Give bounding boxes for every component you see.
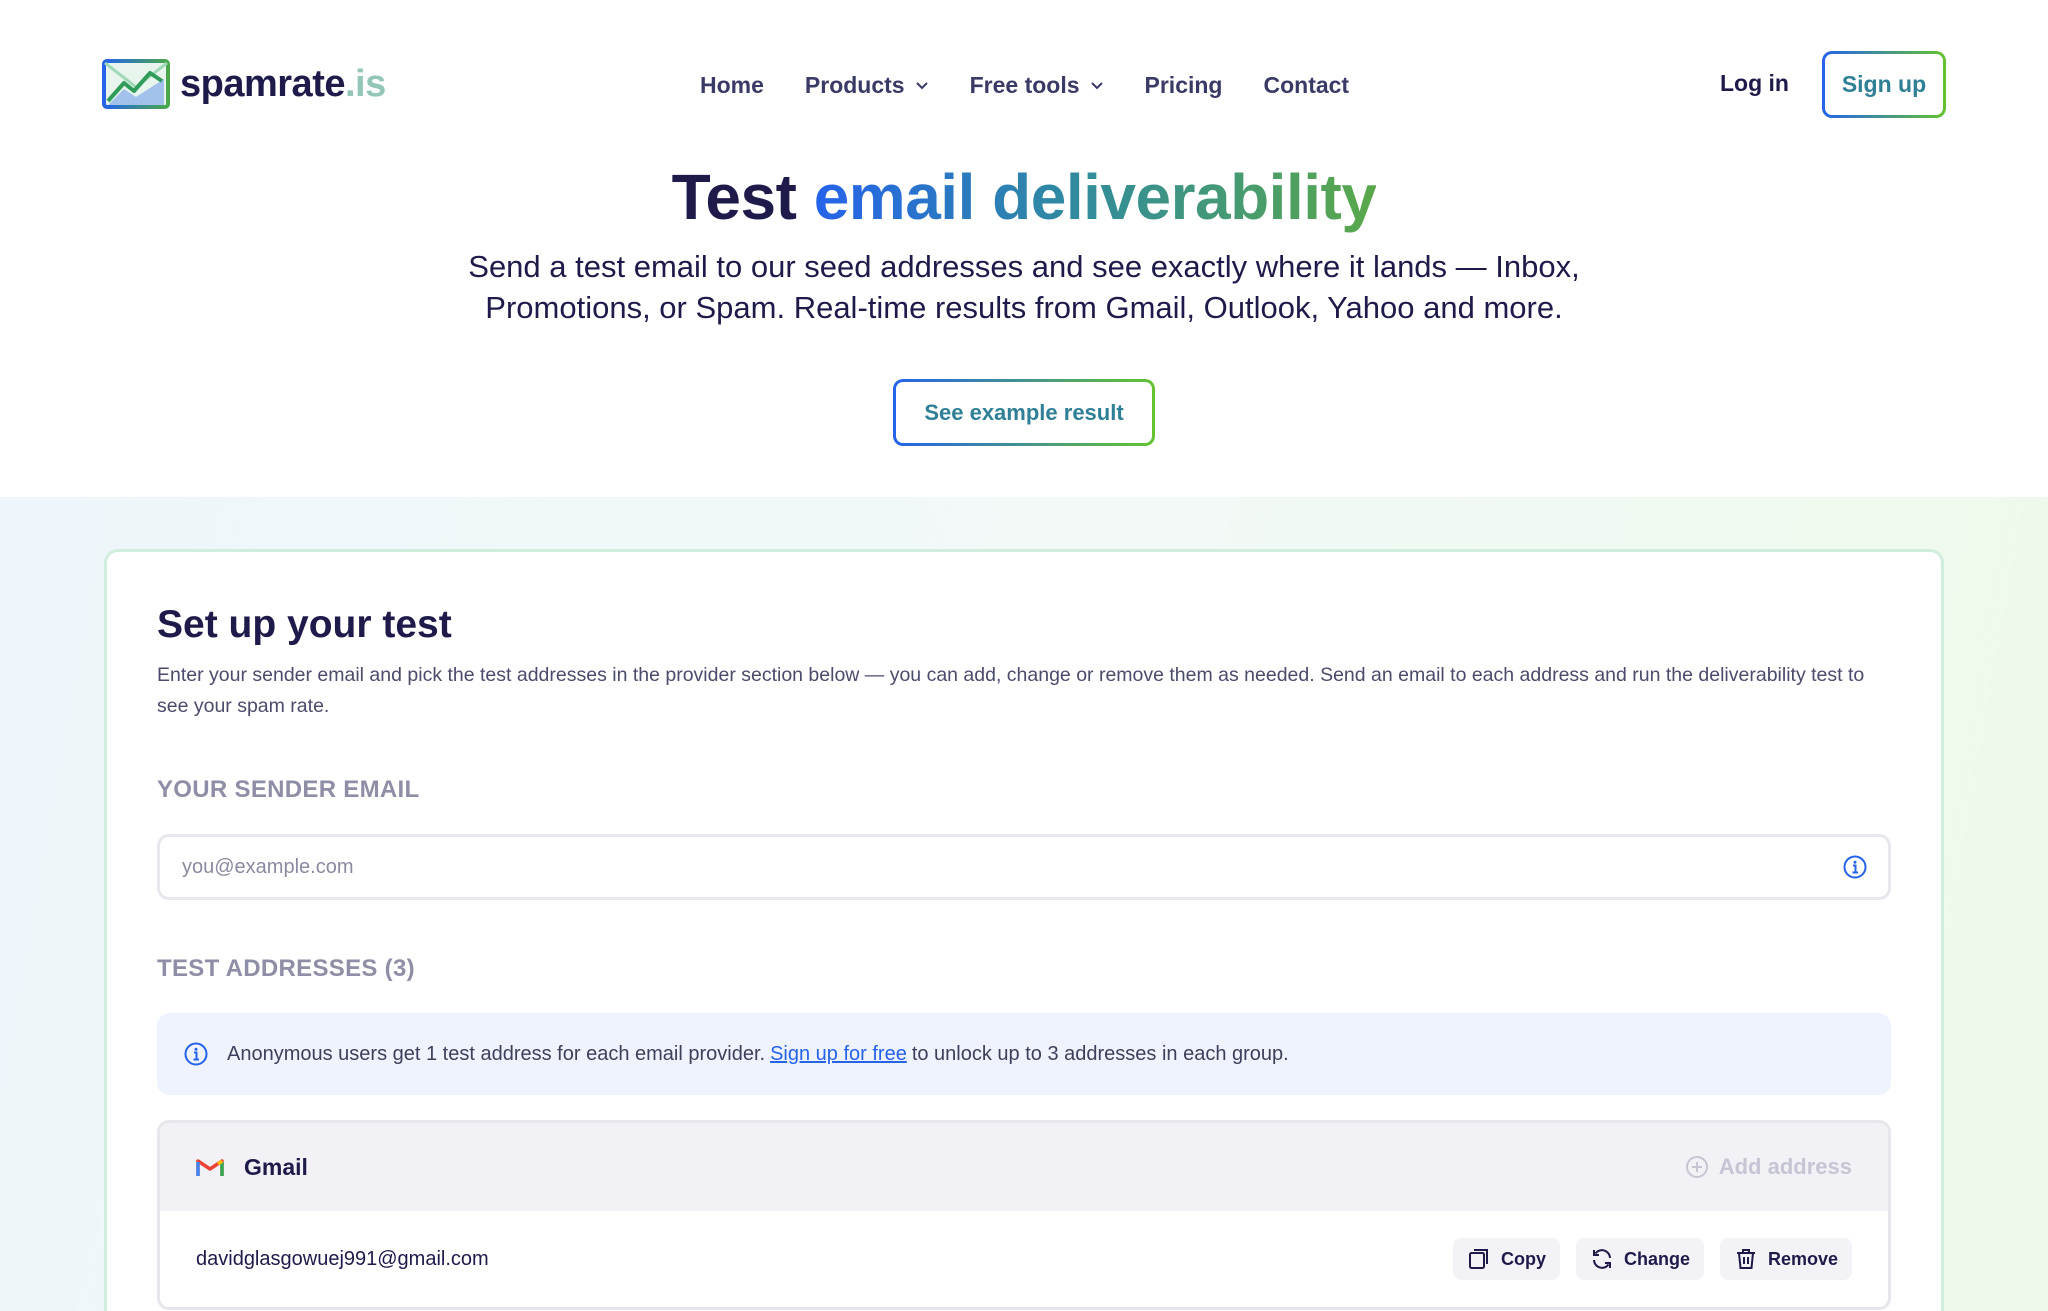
provider-name: Gmail xyxy=(244,1153,308,1180)
signup-button[interactable]: Sign up xyxy=(1822,51,1946,118)
hero-subtitle: Send a test email to our seed addresses … xyxy=(468,249,1580,325)
row-actions: Copy Change Remove xyxy=(1452,1238,1852,1280)
hero-title-prefix: Test xyxy=(671,161,797,233)
see-example-result-button[interactable]: See example result xyxy=(893,379,1155,446)
test-address-email: davidglasgowuej991@gmail.com xyxy=(196,1247,489,1270)
nav-home[interactable]: Home xyxy=(700,72,764,99)
plus-circle-icon xyxy=(1685,1156,1708,1178)
hero-title: Test email deliverability xyxy=(0,160,2048,234)
brand-logo[interactable]: spamrate.is xyxy=(102,58,386,110)
gmail-icon xyxy=(196,1159,224,1176)
change-button[interactable]: Change xyxy=(1575,1238,1704,1280)
info-icon[interactable] xyxy=(1842,854,1868,880)
trash-icon xyxy=(1736,1249,1755,1269)
site-header: spamrate.is Home Products Free tools Pri… xyxy=(0,0,2048,170)
hero-title-highlight: email deliverability xyxy=(813,161,1377,233)
test-addresses-label: TEST ADDRESSES (3) xyxy=(157,955,415,982)
remove-button[interactable]: Remove xyxy=(1719,1238,1852,1280)
provider-header: Gmail Add address xyxy=(160,1123,1888,1211)
brand-name: spamrate.is xyxy=(180,62,386,105)
main-nav: Home Products Free tools Pricing Contact xyxy=(700,64,1349,106)
sender-email-label: YOUR SENDER EMAIL xyxy=(157,776,420,803)
chevron-down-icon xyxy=(915,82,928,90)
chart-envelope-logo-icon xyxy=(102,59,170,109)
test-address-row: davidglasgowuej991@gmail.com Copy Change xyxy=(160,1211,1888,1307)
login-link[interactable]: Log in xyxy=(1720,70,1789,97)
setup-title: Set up your test xyxy=(157,603,452,646)
chevron-down-icon xyxy=(1090,82,1103,90)
copy-button[interactable]: Copy xyxy=(1452,1238,1560,1280)
signup-free-link[interactable]: Sign up for free xyxy=(770,1043,907,1066)
notice-text-before: Anonymous users get 1 test address for e… xyxy=(227,1042,766,1065)
provider-group-gmail: Gmail Add address davidglasgowuej991@gma… xyxy=(157,1120,1891,1310)
setup-description: Enter your sender email and pick the tes… xyxy=(157,664,1865,717)
nav-free-tools[interactable]: Free tools xyxy=(970,72,1104,99)
notice-text-after: to unlock up to 3 addresses in each grou… xyxy=(911,1042,1289,1065)
info-icon xyxy=(184,1042,208,1066)
copy-icon xyxy=(1468,1249,1488,1269)
nav-pricing[interactable]: Pricing xyxy=(1145,72,1223,99)
refresh-icon xyxy=(1592,1249,1611,1269)
nav-products[interactable]: Products xyxy=(805,72,929,99)
sender-email-field-wrapper xyxy=(157,834,1891,900)
sender-email-input[interactable] xyxy=(160,837,1842,897)
anonymous-limit-notice: Anonymous users get 1 test address for e… xyxy=(157,1013,1891,1095)
nav-contact[interactable]: Contact xyxy=(1263,72,1349,99)
add-address-button[interactable]: Add address xyxy=(1685,1154,1852,1180)
